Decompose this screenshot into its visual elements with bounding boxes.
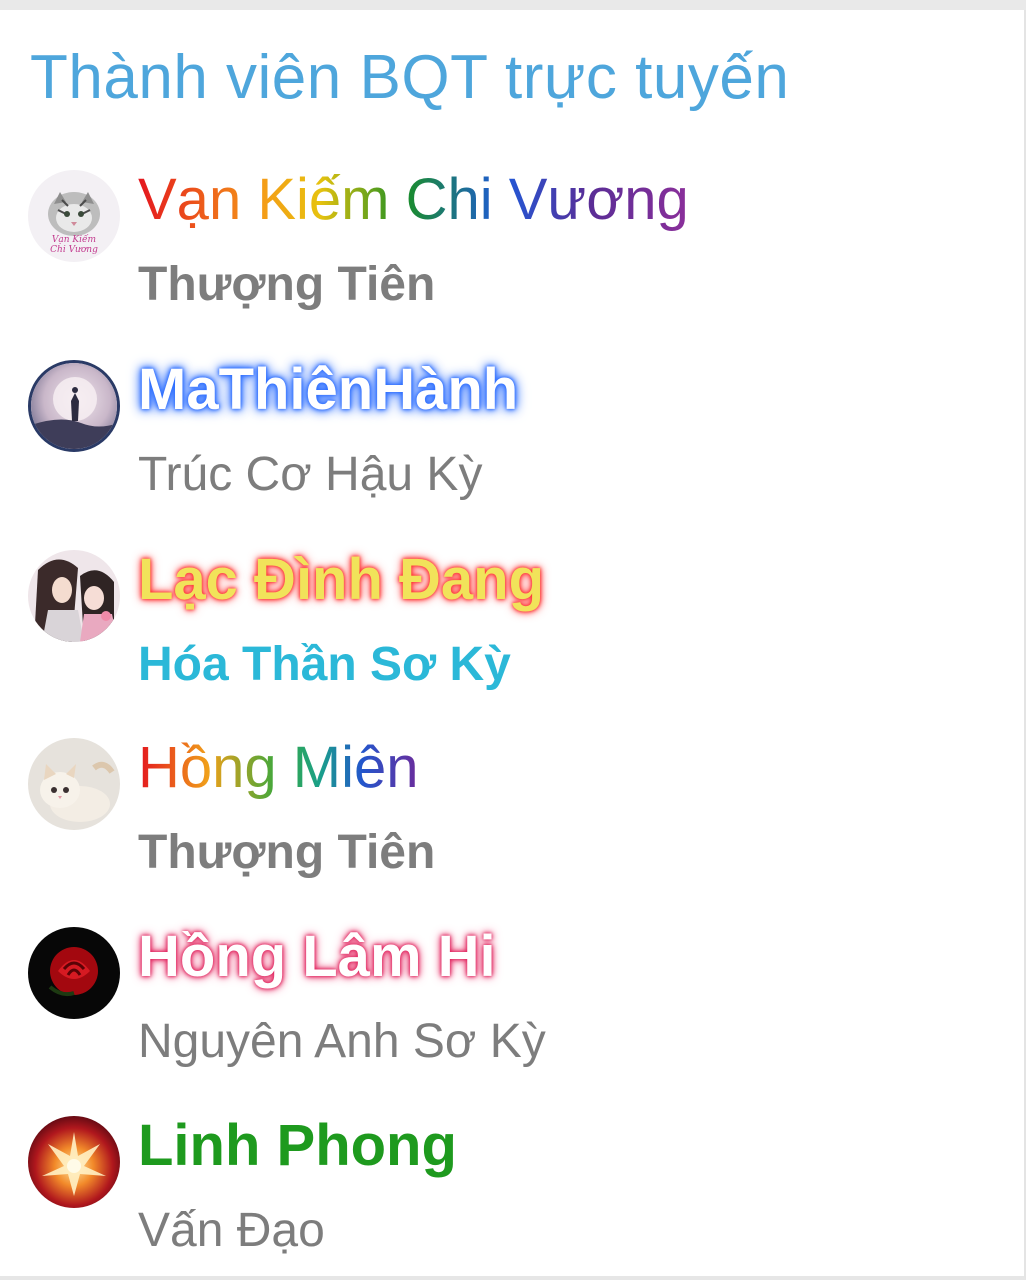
member-item: Linh Phong Vấn Đạo [0,1106,1000,1286]
panel-title: Thành viên BQT trực tuyến [30,43,790,112]
member-name[interactable]: Hồng Lâm Hi [138,922,496,992]
member-rank: Trúc Cơ Hậu Kỳ [138,448,483,501]
member-name[interactable]: MaThiênHành [138,355,518,425]
member-item: Vạn Kiếm Chi Vương Vạn Kiếm Chi Vương Th… [0,160,1000,340]
couple-art-avatar[interactable] [28,550,120,642]
member-name[interactable]: Linh Phong [138,1111,457,1181]
member-name[interactable]: Hồng Miên [138,733,418,803]
member-item: Lạc Đình Đang Hóa Thần Sơ Kỳ [0,540,1000,720]
member-rank: Thượng Tiên [138,258,436,311]
member-rank: Hóa Thần Sơ Kỳ [138,638,511,691]
avatar-caption-line-2: Chi Vương [50,245,98,255]
online-staff-panel: Thành viên BQT trực tuyến Vạn Kiếm Chi V… [0,10,1026,1280]
tiger-avatar[interactable]: Vạn Kiếm Chi Vương [28,170,120,262]
phoenix-emblem-avatar[interactable] [28,1116,120,1208]
top-divider [0,0,1026,10]
member-name[interactable]: Lạc Đình Đang [138,545,544,615]
member-rank: Thượng Tiên [138,826,436,879]
moon-figure-avatar[interactable] [28,360,120,452]
member-item: Hồng Miên Thượng Tiên [0,728,1000,908]
member-item: MaThiênHành Trúc Cơ Hậu Kỳ [0,350,1000,530]
member-rank: Nguyên Anh Sơ Kỳ [138,1015,546,1068]
red-rose-avatar[interactable] [28,927,120,1019]
member-rank: Vấn Đạo [138,1204,325,1257]
avatar-caption-line-1: Vạn Kiếm [52,234,96,245]
kitten-avatar[interactable] [28,738,120,830]
member-name[interactable]: Vạn Kiếm Chi Vương [138,165,689,235]
member-item: Hồng Lâm Hi Nguyên Anh Sơ Kỳ [0,917,1000,1097]
